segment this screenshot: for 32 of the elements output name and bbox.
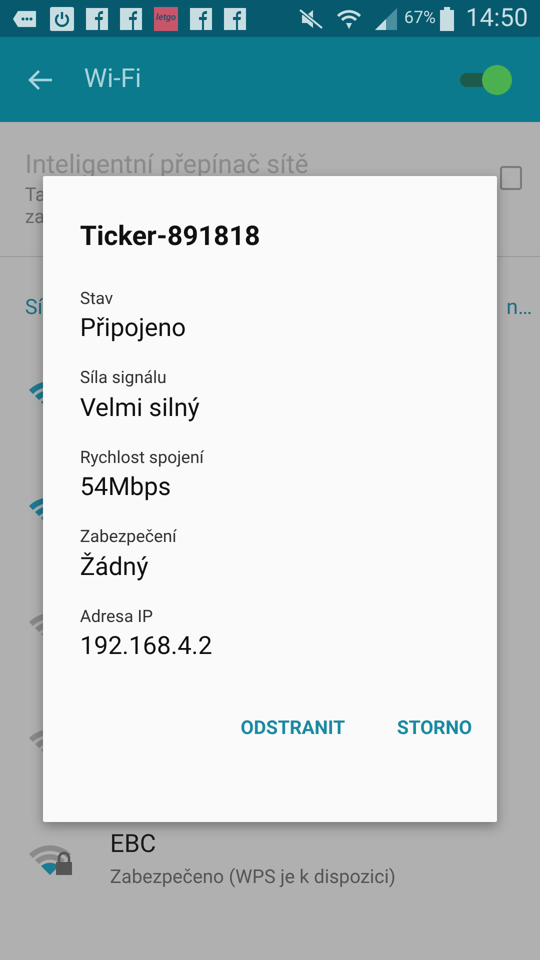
screen-title: Wi-Fi bbox=[84, 63, 142, 96]
clock: 14:50 bbox=[466, 2, 528, 35]
setting-description: za bbox=[25, 206, 46, 228]
power-icon bbox=[50, 6, 74, 30]
field-value: Připojeno bbox=[80, 313, 187, 345]
facebook-icon bbox=[224, 8, 246, 30]
field-value: 192.168.4.2 bbox=[80, 631, 214, 663]
field-label: Adresa IP bbox=[80, 606, 154, 628]
dialog-title: Ticker-891818 bbox=[80, 219, 262, 254]
facebook-icon bbox=[120, 8, 142, 30]
facebook-icon bbox=[190, 8, 212, 30]
field-label: Stav bbox=[80, 288, 114, 310]
network-name[interactable]: EBC bbox=[110, 826, 396, 863]
field-value: Žádný bbox=[80, 552, 150, 584]
app-notification-icon: letgo bbox=[154, 6, 178, 30]
dialog-button[interactable]: ODSTRANIT bbox=[226, 708, 359, 748]
field-value: Velmi silný bbox=[80, 392, 201, 424]
checkbox[interactable] bbox=[500, 166, 522, 190]
dialog-button[interactable]: STORNO bbox=[383, 708, 486, 748]
back-arrow-icon[interactable] bbox=[28, 68, 54, 90]
network-status: Zabezpečeno (WPS je k dispozici) bbox=[110, 864, 396, 890]
field-label: Zabezpečení bbox=[80, 526, 178, 549]
facebook-icon bbox=[86, 8, 108, 30]
section-header: Sí bbox=[25, 295, 43, 322]
field-value: 54Mbps bbox=[80, 472, 172, 504]
cell-signal-icon bbox=[374, 8, 398, 30]
chat-icon bbox=[12, 10, 38, 28]
battery-icon bbox=[440, 6, 454, 30]
mute-icon bbox=[298, 8, 324, 30]
field-label: Rychlost spojení bbox=[80, 446, 205, 470]
battery-percentage: 67% bbox=[404, 6, 436, 30]
field-label: Síla signálu bbox=[80, 367, 168, 390]
